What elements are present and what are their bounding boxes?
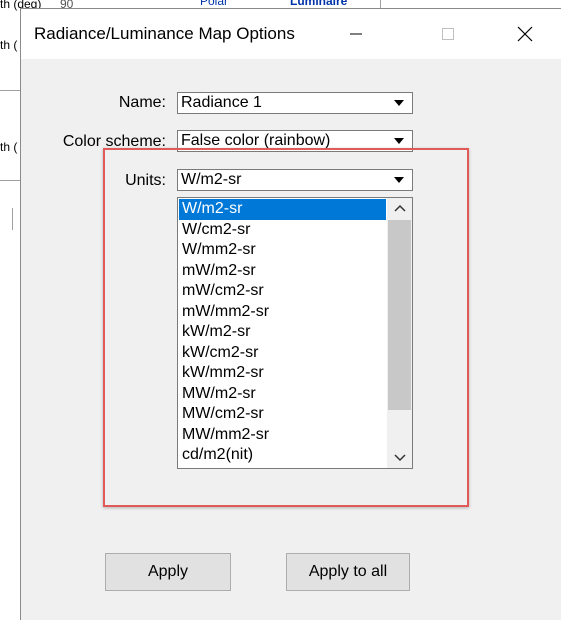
dropdown-arrow-icon (388, 133, 410, 149)
units-label: Units: (125, 172, 166, 189)
units-option-list: W/m2-sr W/cm2-sr W/mm2-sr mW/m2-sr mW/cm2-sr… (179, 199, 386, 466)
dropdown-arrow-icon (388, 172, 410, 188)
radiance-map-options-dialog: Radiance/Luminance Map Options Name: Rad… (20, 8, 561, 620)
minimize-icon (350, 33, 362, 35)
units-option[interactable]: mW/mm2-sr (179, 302, 386, 323)
name-label: Name: (118, 94, 166, 111)
units-option[interactable]: MW/mm2-sr (179, 425, 386, 446)
bg-tab-luminaire: Luminaire (290, 0, 348, 8)
scroll-down-button[interactable] (387, 448, 412, 468)
bg-divider (12, 208, 13, 230)
apply-to-all-button[interactable]: Apply to all (286, 553, 410, 591)
maximize-icon (442, 28, 454, 40)
color-scheme-dropdown-value: False color (rainbow) (181, 132, 331, 149)
units-list-scrollbar[interactable] (387, 198, 412, 468)
units-option[interactable]: W/m2-sr (179, 199, 386, 220)
bg-tab-polar: Polar (200, 0, 229, 8)
units-option[interactable]: MW/m2-sr (179, 384, 386, 405)
name-dropdown-value: Radiance 1 (181, 94, 262, 111)
chevron-down-icon (393, 454, 406, 462)
close-icon (517, 26, 533, 42)
units-option[interactable]: kW/mm2-sr (179, 363, 386, 384)
dropdown-arrow-icon (388, 95, 410, 111)
units-option[interactable]: kW/cm2-sr (179, 343, 386, 364)
apply-button[interactable]: Apply (105, 553, 231, 591)
units-option[interactable]: kW/m2-sr (179, 322, 386, 343)
units-option[interactable]: W/cm2-sr (179, 220, 386, 241)
units-option[interactable]: W/mm2-sr (179, 240, 386, 261)
apply-to-all-button-label: Apply to all (308, 563, 388, 580)
chevron-up-icon (393, 204, 406, 212)
units-option[interactable]: MW/cm2-sr (179, 404, 386, 425)
minimize-button[interactable] (333, 9, 379, 59)
units-option[interactable]: mW/m2-sr (179, 261, 386, 282)
bg-label-fragment: th ( (0, 38, 18, 52)
dialog-title: Radiance/Luminance Map Options (34, 24, 295, 43)
scroll-up-button[interactable] (387, 198, 412, 218)
name-dropdown[interactable]: Radiance 1 (177, 92, 413, 114)
units-option[interactable]: cd/m2(nit) (179, 445, 386, 466)
bg-divider (0, 180, 20, 181)
dialog-client-area: Name: Radiance 1 Color scheme: False col… (21, 59, 561, 620)
bg-divider (380, 0, 381, 8)
units-dropdown[interactable]: W/m2-sr (177, 169, 413, 191)
units-option[interactable]: mW/cm2-sr (179, 281, 386, 302)
close-button[interactable] (502, 9, 548, 59)
units-dropdown-list[interactable]: W/m2-sr W/cm2-sr W/mm2-sr mW/m2-sr mW/cm2-sr… (177, 197, 413, 469)
units-dropdown-value: W/m2-sr (181, 171, 242, 188)
background-window: th (deg) th ( th ( (0, 0, 41, 620)
apply-button-label: Apply (147, 563, 189, 580)
title-bar[interactable]: Radiance/Luminance Map Options (21, 9, 561, 59)
bg-label-fragment: th ( (0, 140, 18, 154)
bg-divider (0, 90, 20, 91)
scrollbar-thumb[interactable] (388, 220, 411, 410)
maximize-button[interactable] (425, 9, 471, 59)
